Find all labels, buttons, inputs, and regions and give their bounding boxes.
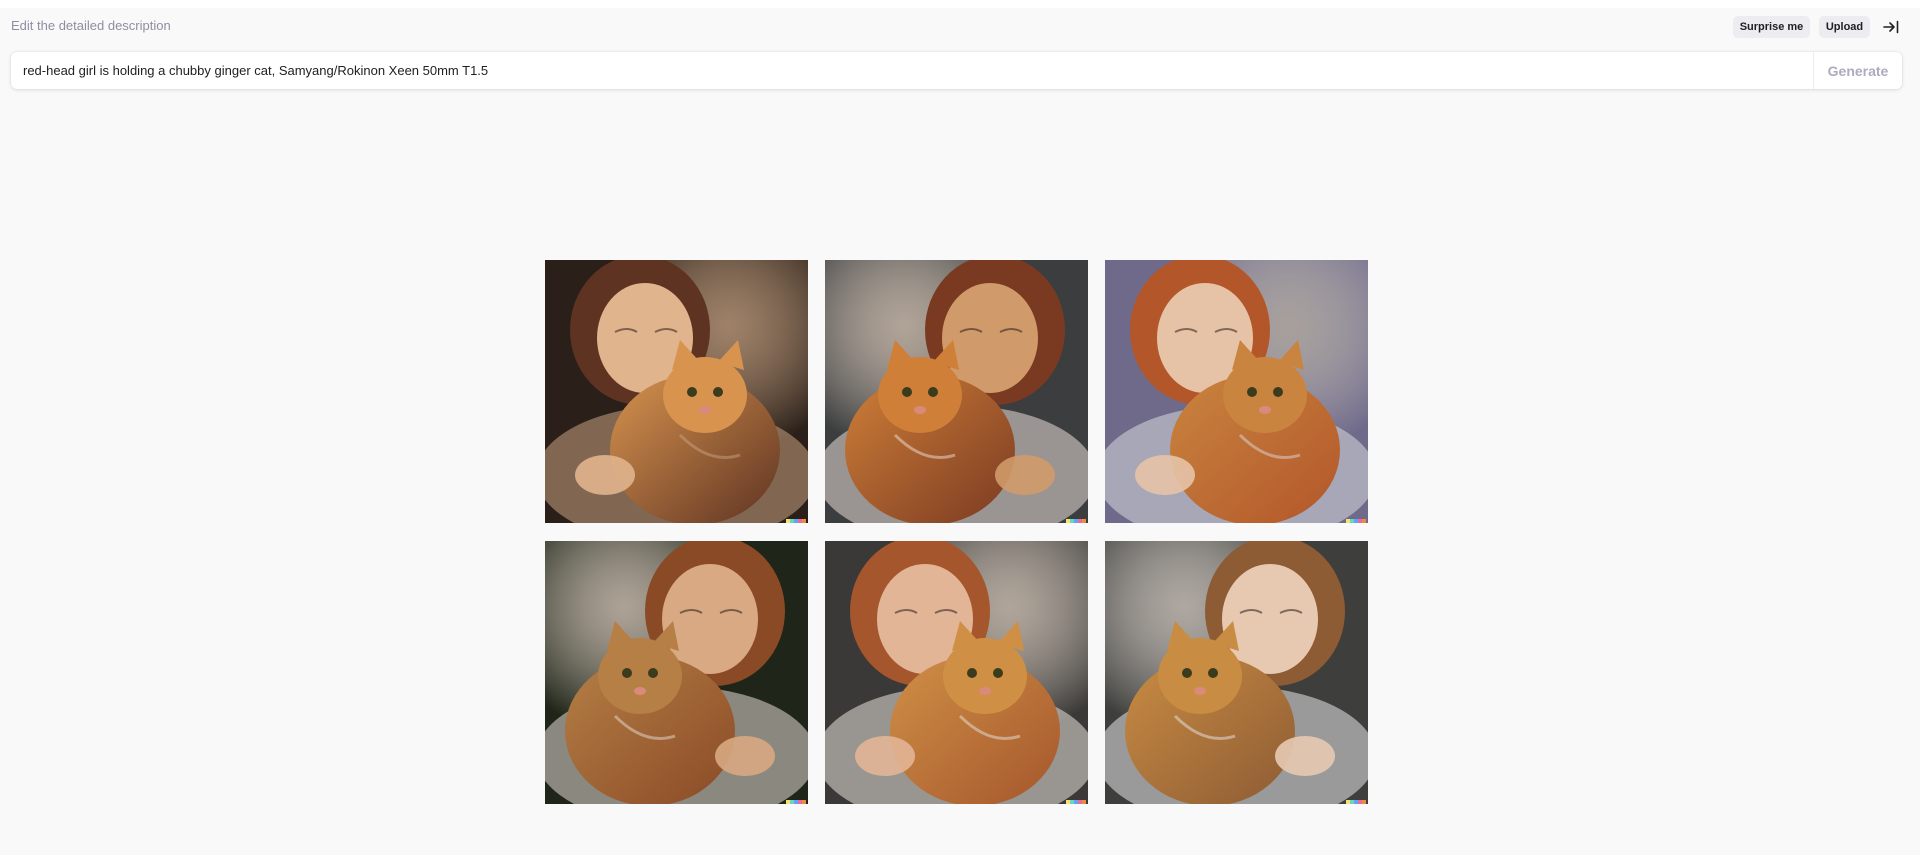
watermark-badge xyxy=(786,519,806,523)
watermark-badge xyxy=(1346,519,1366,523)
arrow-right-to-bar-icon[interactable] xyxy=(1880,17,1902,37)
watermark-badge xyxy=(786,800,806,804)
result-image[interactable] xyxy=(545,541,808,804)
header: Edit the detailed description Surprise m… xyxy=(0,8,1920,46)
surprise-me-button[interactable]: Surprise me xyxy=(1733,16,1810,38)
result-image[interactable] xyxy=(1105,541,1368,804)
prompt-hint: Edit the detailed description xyxy=(11,18,171,33)
watermark-badge xyxy=(1066,800,1086,804)
upload-button[interactable]: Upload xyxy=(1819,16,1870,38)
watermark-badge xyxy=(1346,800,1366,804)
watermark-badge xyxy=(1066,519,1086,523)
result-image[interactable] xyxy=(825,541,1088,804)
top-strip xyxy=(0,0,1920,8)
prompt-input[interactable]: red-head girl is holding a chubby ginger… xyxy=(23,63,488,78)
prompt-bar: red-head girl is holding a chubby ginger… xyxy=(11,52,1902,89)
result-image[interactable] xyxy=(825,260,1088,523)
generate-button[interactable]: Generate xyxy=(1814,52,1902,89)
result-image[interactable] xyxy=(545,260,808,523)
result-image[interactable] xyxy=(1105,260,1368,523)
